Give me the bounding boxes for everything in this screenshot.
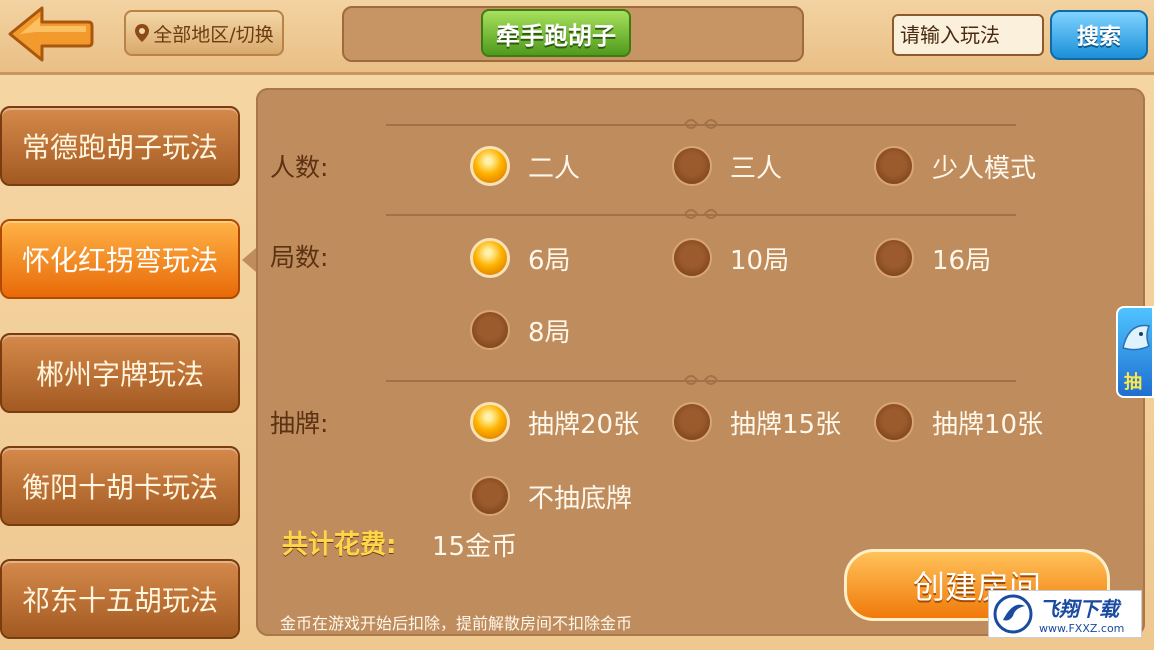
players-option-few[interactable]: 少人模式 — [874, 144, 1036, 188]
players-option-2[interactable]: 二人 — [470, 144, 580, 188]
ornament-icon — [684, 209, 718, 219]
option-label: 8局 — [528, 317, 571, 348]
cost-value: 15金币 — [432, 532, 518, 562]
sidebar-item-label: 常德跑胡子玩法 — [21, 131, 218, 164]
logo-icon — [993, 594, 1033, 634]
option-label: 抽牌10张 — [932, 409, 1044, 440]
option-label: 10局 — [730, 245, 790, 276]
radio-icon — [874, 146, 914, 186]
radio-icon — [874, 238, 914, 278]
sidebar-item-qidong[interactable]: 祁东十五胡玩法 — [0, 559, 240, 639]
draw-option-20[interactable]: 抽牌20张 — [470, 400, 639, 444]
option-label: 抽牌15张 — [730, 409, 842, 440]
radio-icon — [672, 238, 712, 278]
location-pin-icon — [135, 24, 150, 42]
radio-icon — [470, 476, 510, 516]
cost-label: 共计花费: — [282, 530, 397, 560]
rounds-label: 局数: — [270, 243, 329, 272]
draw-option-15[interactable]: 抽牌15张 — [672, 400, 841, 444]
draw-label: 抽牌: — [270, 409, 329, 438]
divider — [386, 209, 1016, 219]
rounds-option-16[interactable]: 16局 — [874, 236, 991, 280]
radio-selected-icon — [470, 146, 510, 186]
radio-icon — [874, 402, 914, 442]
search-button[interactable]: 搜索 — [1050, 10, 1148, 60]
option-label: 二人 — [528, 153, 581, 184]
watermark-url: www.FXXZ.com — [1039, 622, 1125, 635]
rounds-option-6[interactable]: 6局 — [470, 236, 571, 280]
notice-text: 金币在游戏开始后扣除，提前解散房间不扣除金币 — [280, 614, 633, 633]
radio-icon — [470, 310, 510, 350]
sidebar-item-label: 衡阳十胡卡玩法 — [21, 471, 218, 504]
option-label: 少人模式 — [932, 153, 1037, 184]
draw-option-none[interactable]: 不抽底牌 — [470, 474, 632, 518]
search-input[interactable] — [892, 14, 1044, 56]
sidebar-item-changde[interactable]: 常德跑胡子玩法 — [0, 106, 240, 186]
promo-tab[interactable]: 抽 — [1116, 306, 1154, 398]
watermark-text: 飞翔下载 — [1039, 597, 1119, 621]
top-bar: 全部地区/切换 牵手跑胡子 搜索 — [0, 0, 1154, 75]
sidebar-item-huaihua[interactable]: 怀化红拐弯玩法 — [0, 219, 240, 299]
rounds-option-10[interactable]: 10局 — [672, 236, 789, 280]
region-switch-button[interactable]: 全部地区/切换 — [124, 10, 284, 56]
players-option-3[interactable]: 三人 — [672, 144, 782, 188]
back-arrow-icon[interactable] — [6, 4, 94, 64]
option-label: 三人 — [730, 153, 783, 184]
radio-icon — [672, 402, 712, 442]
sidebar-item-hengyang[interactable]: 衡阳十胡卡玩法 — [0, 446, 240, 526]
radio-selected-icon — [470, 238, 510, 278]
option-label: 16局 — [932, 245, 992, 276]
sidebar-item-chenzhou[interactable]: 郴州字牌玩法 — [0, 333, 240, 413]
option-label: 不抽底牌 — [528, 483, 633, 514]
watermark: 飞翔下载 www.FXXZ.com — [988, 590, 1142, 638]
option-label: 6局 — [528, 245, 571, 276]
ornament-icon — [684, 375, 718, 385]
ornament-icon — [684, 119, 718, 129]
region-label: 全部地区/切换 — [153, 23, 274, 46]
radio-selected-icon — [470, 402, 510, 442]
promo-label: 抽 — [1124, 372, 1142, 393]
draw-option-10[interactable]: 抽牌10张 — [874, 400, 1043, 444]
rounds-option-8[interactable]: 8局 — [470, 308, 571, 352]
active-tab-pointer — [242, 248, 256, 272]
sidebar-item-label: 祁东十五胡玩法 — [21, 584, 218, 617]
players-label: 人数: — [270, 153, 329, 182]
radio-icon — [672, 146, 712, 186]
sidebar-item-label: 怀化红拐弯玩法 — [21, 244, 218, 277]
sidebar-item-label: 郴州字牌玩法 — [35, 358, 204, 391]
shark-icon — [1122, 324, 1151, 351]
divider — [386, 119, 1016, 129]
option-label: 抽牌20张 — [528, 409, 640, 440]
divider — [386, 375, 1016, 385]
game-title: 牵手跑胡子 — [481, 9, 631, 57]
